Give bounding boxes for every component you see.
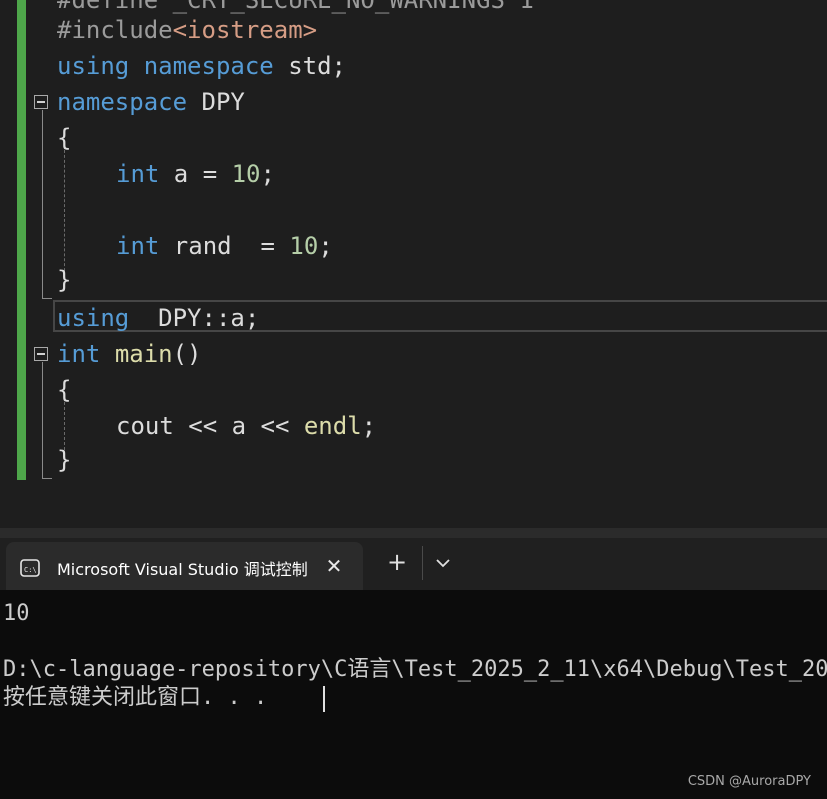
code-line-using-std[interactable]: using namespace std; xyxy=(57,48,346,84)
number-literal: 10 xyxy=(289,232,319,260)
code-text: cout << a << xyxy=(116,412,304,440)
outline-guide xyxy=(42,110,43,298)
code-editor[interactable]: #define _CRT_SECURE_NO_WARNINGS 1 #inclu… xyxy=(0,0,827,528)
keyword-int: int xyxy=(116,232,160,260)
scope-indent-guide xyxy=(64,150,65,276)
code-text: DPY xyxy=(187,88,245,116)
code-text: { xyxy=(57,376,72,404)
terminal-tab-bar: C:\ Microsoft Visual Studio 调试控制台 ✕ + xyxy=(0,538,827,590)
keyword-using: using xyxy=(57,304,130,332)
keyword-namespace: namespace xyxy=(143,52,274,80)
code-text: rand = xyxy=(159,232,290,260)
console-line-path: D:\c-language-repository\C语言\Test_2025_2… xyxy=(3,657,827,682)
keyword-int: int xyxy=(116,160,160,188)
svg-text:C:\: C:\ xyxy=(24,566,37,574)
code-text: } xyxy=(57,446,72,474)
outline-guide xyxy=(42,362,43,478)
console-app-icon: C:\ xyxy=(20,559,40,577)
code-line-namespace[interactable]: namespace DPY xyxy=(57,84,245,120)
window-gap xyxy=(0,528,827,538)
keyword-using: using xyxy=(57,52,130,80)
console-line-prompt: 按任意键关闭此窗口. . . xyxy=(3,685,268,710)
keyword-namespace: namespace xyxy=(57,88,188,116)
tab-separator xyxy=(422,546,423,580)
code-line-int-a[interactable]: int a = 10; xyxy=(116,156,275,192)
code-text: ; xyxy=(361,412,377,440)
code-line-open-brace[interactable]: { xyxy=(57,120,71,156)
code-line-open-brace[interactable]: { xyxy=(57,372,71,408)
new-tab-button[interactable]: + xyxy=(386,550,408,574)
tab-debug-console[interactable]: C:\ Microsoft Visual Studio 调试控制台 ✕ xyxy=(6,542,363,590)
identifier-endl: endl xyxy=(303,412,362,440)
console-output[interactable]: 10 D:\c-language-repository\C语言\Test_202… xyxy=(0,590,827,799)
code-text: ; xyxy=(260,160,275,188)
outline-guide-end xyxy=(42,478,52,479)
collapse-namespace-toggle[interactable] xyxy=(34,95,48,109)
code-line-main[interactable]: int main() xyxy=(57,336,202,372)
code-text: DPY::a; xyxy=(129,304,260,332)
code-text: ; xyxy=(318,232,333,260)
outline-guide-end xyxy=(42,298,52,299)
code-line-int-rand[interactable]: int rand = 10; xyxy=(116,228,333,264)
change-indicator-bar xyxy=(17,0,26,480)
number-literal: 10 xyxy=(231,160,261,188)
code-line-using-dpy[interactable]: using DPY::a; xyxy=(57,300,259,336)
code-text: a = xyxy=(159,160,232,188)
code-text: { xyxy=(57,124,72,152)
collapse-main-toggle[interactable] xyxy=(34,347,48,361)
code-text: () xyxy=(172,340,202,368)
code-line-close-brace[interactable]: } xyxy=(57,262,71,298)
code-line-include[interactable]: #include<iostream> xyxy=(57,12,317,48)
close-icon[interactable]: ✕ xyxy=(324,556,344,576)
watermark: CSDN @AuroraDPY xyxy=(687,774,811,789)
include-header: <iostream> xyxy=(172,16,318,44)
function-name: main xyxy=(114,340,173,368)
code-line-close-brace[interactable]: } xyxy=(57,442,71,478)
preprocessor-include: #include xyxy=(57,16,173,44)
tab-title: Microsoft Visual Studio 调试控制台 xyxy=(57,560,307,579)
console-line-output: 10 xyxy=(3,601,30,626)
code-line-cout[interactable]: cout << a << endl; xyxy=(116,408,376,444)
keyword-int: int xyxy=(57,340,101,368)
text-cursor xyxy=(323,686,325,712)
code-text: std; xyxy=(273,52,346,80)
chevron-down-icon[interactable] xyxy=(434,554,452,572)
code-text: } xyxy=(57,266,72,294)
